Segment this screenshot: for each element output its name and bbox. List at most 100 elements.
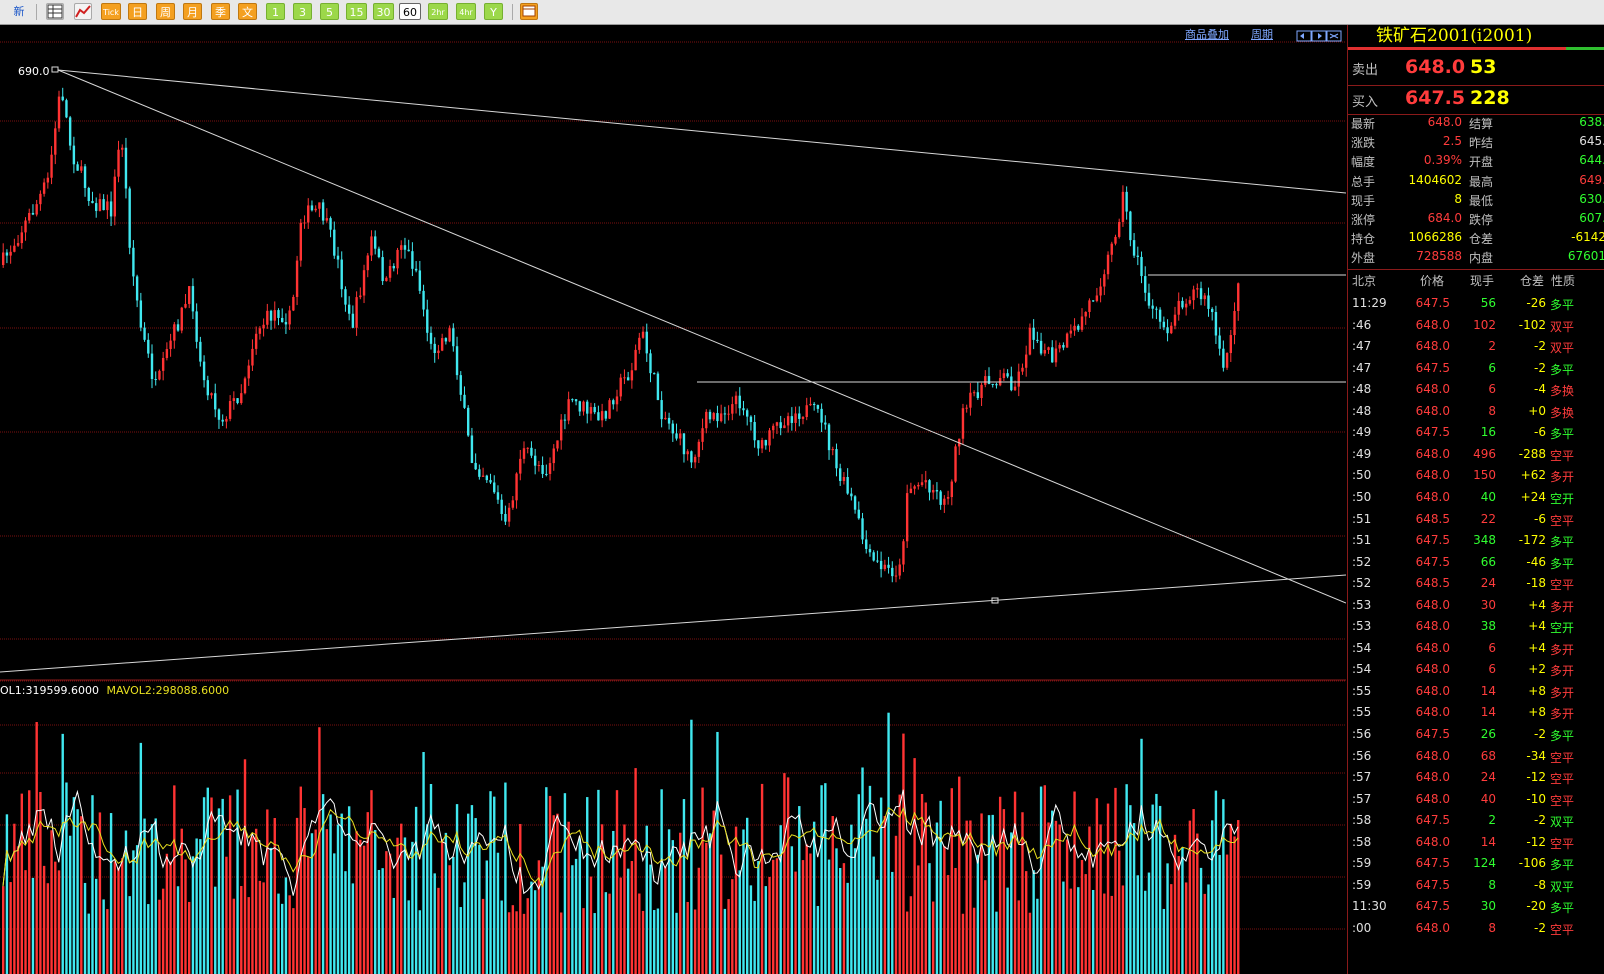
candle-body xyxy=(504,513,507,522)
tick-row[interactable]: :57 648.0 24 -12 空平 xyxy=(1348,767,1604,788)
kline-chart[interactable] xyxy=(0,25,1346,974)
period-3-button[interactable]: 3 xyxy=(293,3,312,20)
period-30-button[interactable]: 30 xyxy=(373,3,394,20)
custom-button[interactable]: 文 xyxy=(238,3,257,20)
tick-row[interactable]: :49 648.0 496 -288 空平 xyxy=(1348,444,1604,465)
volume-bar xyxy=(258,880,262,974)
candle-body xyxy=(366,255,369,271)
candle-body xyxy=(173,324,176,341)
quarterly-button[interactable]: 季 xyxy=(211,3,230,20)
tick-row[interactable]: :53 648.0 38 +4 空开 xyxy=(1348,616,1604,637)
tick-qty: 38 xyxy=(1480,619,1496,634)
candle-body xyxy=(1114,236,1117,244)
tick-row[interactable]: 11:29 647.5 56 -26 多平 xyxy=(1348,293,1604,314)
candle-body xyxy=(20,232,23,244)
candle-body xyxy=(5,252,9,256)
period-15-button[interactable]: 15 xyxy=(346,3,367,20)
monthly-button[interactable]: 月 xyxy=(183,3,202,20)
tick-row[interactable]: :55 648.0 14 +8 多开 xyxy=(1348,681,1604,702)
volume-bar xyxy=(39,791,42,974)
period-2hr-button[interactable]: 2hr xyxy=(428,3,448,20)
tick-row[interactable]: :58 647.5 2 -2 双平 xyxy=(1348,810,1604,831)
tick-row[interactable]: :48 648.0 8 +0 多换 xyxy=(1348,401,1604,422)
volume-bar xyxy=(206,787,209,974)
tick-row[interactable]: :53 648.0 30 +4 多开 xyxy=(1348,595,1604,616)
candle-body xyxy=(1106,254,1110,275)
tick-qty: 14 xyxy=(1480,834,1496,849)
new-button[interactable]: 新 xyxy=(8,3,30,20)
candle-body xyxy=(820,408,823,423)
tick-row[interactable]: :54 648.0 6 +4 多开 xyxy=(1348,638,1604,659)
tick-row[interactable]: :57 648.0 40 -10 空平 xyxy=(1348,789,1604,810)
volume-bar xyxy=(1188,820,1192,974)
volume-bar xyxy=(1099,824,1102,974)
volume-bar xyxy=(42,865,46,974)
daily-button[interactable]: 日 xyxy=(128,3,147,20)
tick-time: :58 xyxy=(1352,813,1372,828)
volume-bar xyxy=(928,863,931,974)
window-controls[interactable] xyxy=(1296,27,1342,46)
tick-row[interactable]: :54 648.0 6 +2 多开 xyxy=(1348,659,1604,680)
volume-bar xyxy=(872,856,875,974)
tick-row[interactable]: :56 647.5 26 -2 多平 xyxy=(1348,724,1604,745)
volume-bar xyxy=(385,851,388,974)
volume-bar xyxy=(1103,893,1106,974)
period-link[interactable]: 周期 xyxy=(1251,26,1273,42)
volume-bar xyxy=(905,911,909,974)
period-year-button[interactable]: Y xyxy=(484,3,503,20)
quote-value: 728588 xyxy=(1416,249,1462,264)
volume-bar xyxy=(1121,885,1125,974)
period-4hr-button[interactable]: 4hr xyxy=(456,3,476,20)
tick-row[interactable]: :46 648.0 102 -102 双平 xyxy=(1348,315,1604,336)
candle-body xyxy=(65,100,68,118)
candle-body xyxy=(39,193,42,205)
tick-row[interactable]: :52 647.5 66 -46 多平 xyxy=(1348,552,1604,573)
overlay-link[interactable]: 商品叠加 xyxy=(1185,26,1229,42)
period-60-button[interactable]: 60 xyxy=(399,3,421,20)
volume-bar xyxy=(909,896,913,974)
candle-body xyxy=(310,205,314,211)
tick-row[interactable]: :00 648.0 8 -2 空平 xyxy=(1348,918,1604,939)
candle-body xyxy=(202,361,206,381)
tick-row[interactable]: :56 648.0 68 -34 空平 xyxy=(1348,746,1604,767)
volume-bar xyxy=(1039,786,1043,974)
tick-row[interactable]: :47 647.5 6 -2 多平 xyxy=(1348,358,1604,379)
tick-oi-change: -46 xyxy=(1526,554,1546,569)
candle-body xyxy=(1065,333,1069,348)
tick-qty: 14 xyxy=(1480,705,1496,720)
tick-row[interactable]: :58 648.0 14 -12 空平 xyxy=(1348,832,1604,853)
tick-row[interactable]: :50 648.0 150 +62 多开 xyxy=(1348,465,1604,486)
volume-bar xyxy=(976,854,980,974)
tick-row[interactable]: :47 648.0 2 -2 双平 xyxy=(1348,336,1604,357)
tick-row[interactable]: :55 648.0 14 +8 多开 xyxy=(1348,702,1604,723)
tick-row[interactable]: :49 647.5 16 -6 多平 xyxy=(1348,422,1604,443)
chart-line-icon[interactable] xyxy=(74,3,92,20)
tick-row[interactable]: :50 648.0 40 +24 空开 xyxy=(1348,487,1604,508)
tick-row[interactable]: :51 647.5 348 -172 多平 xyxy=(1348,530,1604,551)
tick-nature: 多平 xyxy=(1550,858,1575,873)
calendar-icon[interactable] xyxy=(520,3,538,20)
candle-body xyxy=(344,289,347,305)
volume-bar xyxy=(1144,890,1147,974)
volume-bar xyxy=(221,798,224,974)
period-5-button[interactable]: 5 xyxy=(320,3,339,20)
tick-row[interactable]: :48 648.0 6 -4 多换 xyxy=(1348,379,1604,400)
tick-row[interactable]: :52 648.5 24 -18 空平 xyxy=(1348,573,1604,594)
volume-bar xyxy=(1084,874,1087,974)
volume-bar xyxy=(563,793,567,974)
candle-body xyxy=(225,418,228,422)
volume-bar xyxy=(861,767,864,974)
period-1-button[interactable]: 1 xyxy=(266,3,285,20)
tick-time: :50 xyxy=(1352,468,1372,483)
tick-row[interactable]: 11:30 647.5 30 -20 多平 xyxy=(1348,896,1604,917)
tick-row[interactable]: :59 647.5 8 -8 双平 xyxy=(1348,875,1604,896)
volume-bar xyxy=(485,860,488,974)
candle-body xyxy=(381,257,384,282)
tick-button[interactable]: Tick xyxy=(101,3,121,20)
weekly-button[interactable]: 周 xyxy=(156,3,175,20)
price-label: 690.0 xyxy=(18,65,50,78)
tick-price: 647.5 xyxy=(1415,296,1450,310)
table-icon[interactable] xyxy=(46,3,64,20)
tick-row[interactable]: :51 648.5 22 -6 空平 xyxy=(1348,509,1604,530)
tick-row[interactable]: :59 647.5 124 -106 多平 xyxy=(1348,853,1604,874)
